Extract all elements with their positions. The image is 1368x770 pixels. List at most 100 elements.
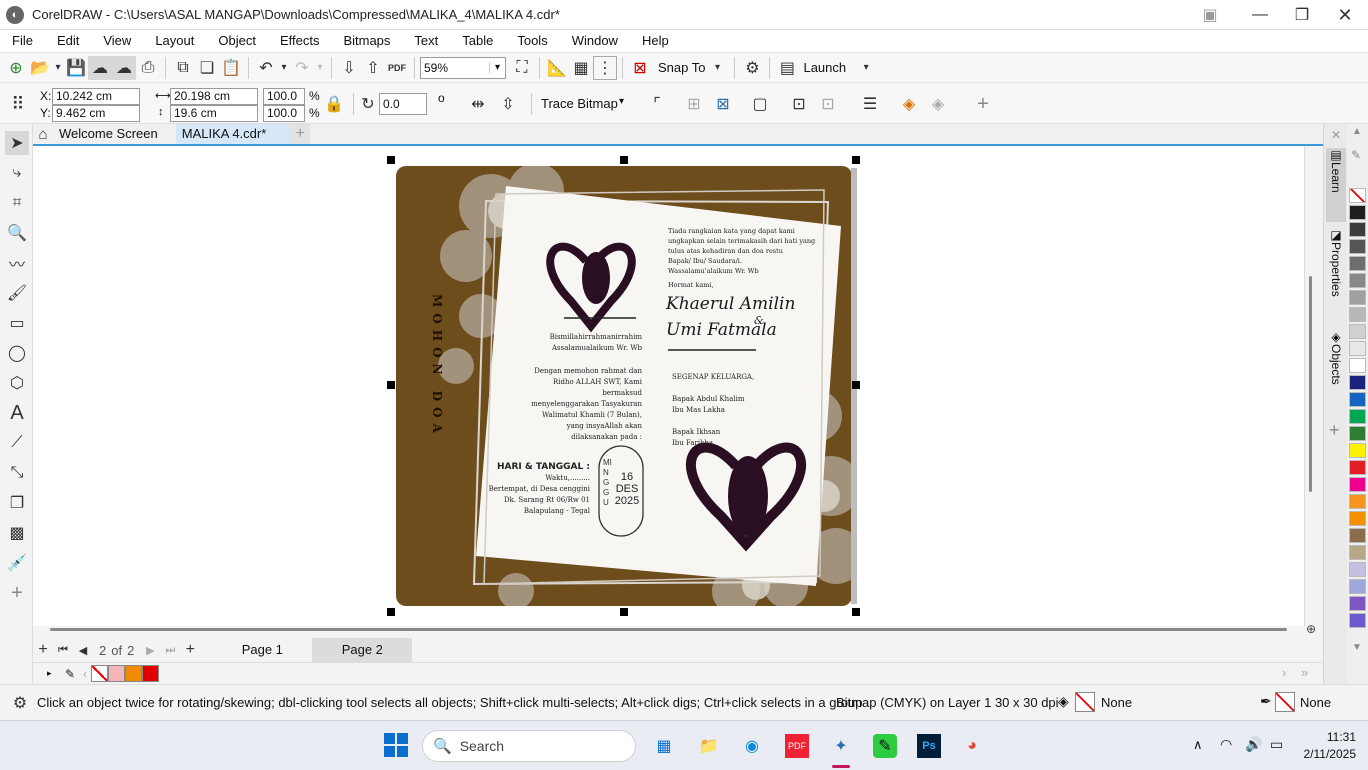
minimize-button[interactable]: —	[1248, 3, 1272, 27]
windows-start-icon[interactable]	[384, 733, 408, 757]
palette-swatch[interactable]	[1349, 188, 1366, 203]
status-settings-gear-icon[interactable]: ⚙	[8, 691, 32, 715]
file-explorer-icon[interactable]: 📁	[697, 734, 721, 758]
battery-icon[interactable]: ▭	[1270, 736, 1283, 753]
palette-swatch[interactable]	[1349, 341, 1366, 356]
menu-table[interactable]: Table	[450, 30, 505, 52]
add-tool-icon[interactable]: +	[5, 581, 29, 605]
zoom-to-page-icon[interactable]: ⛶	[510, 56, 534, 80]
text-wrap-icon[interactable]: ☰	[858, 92, 882, 116]
menu-edit[interactable]: Edit	[45, 30, 91, 52]
tab-malika-4[interactable]: MALIKA 4.cdr*	[175, 124, 291, 144]
save-icon[interactable]: 💾	[64, 56, 88, 80]
dimension-tool-icon[interactable]: ⟋	[5, 431, 29, 455]
palette-scroll-down-icon[interactable]: ▼	[1352, 642, 1362, 653]
rotation-field[interactable]: 0.0	[379, 93, 427, 115]
palette-swatch[interactable]	[1349, 443, 1366, 458]
wifi-icon[interactable]: ◠	[1220, 736, 1232, 753]
y-position-field[interactable]: 9.462 cm	[52, 105, 140, 122]
undo-icon[interactable]: ↶	[254, 56, 278, 80]
bitmap-color-icon[interactable]: ⊡	[816, 92, 840, 116]
doc-swatch[interactable]	[125, 665, 142, 682]
palette-swatch[interactable]	[1349, 392, 1366, 407]
add-docker-icon[interactable]: +	[1329, 420, 1340, 441]
outline-swatch[interactable]	[1275, 692, 1295, 712]
docpal-left-icon[interactable]: ‹	[83, 667, 87, 681]
options-gear-icon[interactable]: ⚙	[740, 56, 764, 80]
doc-swatch[interactable]	[108, 665, 125, 682]
microsoft-store-icon[interactable]: ▦	[652, 734, 676, 758]
edge-browser-icon[interactable]: ◉	[740, 734, 764, 758]
menu-tools[interactable]: Tools	[505, 30, 559, 52]
resample-icon[interactable]: ⊠	[711, 92, 735, 116]
taskbar-search-box[interactable]: 🔍 Search	[422, 730, 636, 762]
artistic-media-tool-icon[interactable]: 🖌	[5, 281, 29, 305]
lock-ratio-icon[interactable]: 🔒	[322, 92, 346, 116]
width-field[interactable]: 20.198 cm	[170, 88, 258, 105]
snap-off-icon[interactable]: ⊠	[628, 56, 652, 80]
palette-swatch[interactable]	[1349, 205, 1366, 220]
chrome-icon[interactable]: ◕	[960, 734, 984, 758]
eyedropper-icon[interactable]: ✎	[1351, 148, 1361, 162]
close-button[interactable]: ✕	[1333, 3, 1357, 27]
menu-window[interactable]: Window	[560, 30, 630, 52]
palette-swatch[interactable]	[1349, 477, 1366, 492]
palette-swatch[interactable]	[1349, 528, 1366, 543]
menu-view[interactable]: View	[91, 30, 143, 52]
menu-file[interactable]: File	[0, 30, 45, 52]
palette-swatch[interactable]	[1349, 494, 1366, 509]
invitation-bitmap[interactable]: MOHON DOA Bismillahirrahmanirrahim Assal…	[396, 166, 852, 606]
to-front-icon[interactable]: ◈	[897, 92, 921, 116]
scale-height-field[interactable]: 100.0	[263, 105, 305, 122]
palette-swatch[interactable]	[1349, 290, 1366, 305]
launch-menu[interactable]: Launch	[803, 60, 846, 75]
no-color-swatch[interactable]	[91, 665, 108, 682]
paste-icon[interactable]: 📋	[219, 56, 243, 80]
fill-swatch[interactable]	[1075, 692, 1095, 712]
reference-point-icon[interactable]: ⠿	[6, 92, 30, 116]
guidelines-icon[interactable]: ⋮	[593, 55, 617, 80]
undo-dropdown-icon[interactable]: ▾	[278, 56, 290, 80]
next-page-icon[interactable]: ▶	[140, 638, 160, 662]
palette-swatch[interactable]	[1349, 545, 1366, 560]
last-page-icon[interactable]: ⏭	[160, 638, 180, 662]
import-icon[interactable]: ⇩	[337, 56, 361, 80]
text-tool-icon[interactable]: A	[5, 401, 29, 425]
drawing-canvas[interactable]: MOHON DOA Bismillahirrahmanirrahim Assal…	[33, 146, 1312, 626]
chevron-down-icon[interactable]: ▾	[489, 62, 505, 73]
palette-swatch[interactable]	[1349, 239, 1366, 254]
scale-width-field[interactable]: 100.0	[263, 88, 305, 105]
crop-bitmap-icon[interactable]: ⌜	[645, 92, 669, 116]
shape-tool-icon[interactable]: ⤷	[5, 161, 29, 185]
selection-handle[interactable]	[852, 156, 860, 164]
selection-handle[interactable]	[387, 608, 395, 616]
bitmap-frame-icon[interactable]: ▢	[748, 92, 772, 116]
copy-icon[interactable]: ❏	[195, 56, 219, 80]
cloud-sync-icon[interactable]: ☁	[112, 55, 136, 80]
transparency-tool-icon[interactable]: ▩	[5, 521, 29, 545]
open-dropdown-icon[interactable]: ▾	[52, 56, 64, 80]
mirror-horizontal-icon[interactable]: ⇹	[466, 92, 490, 116]
snap-dropdown-icon[interactable]: ▾	[705, 56, 729, 80]
corel-green-app-icon[interactable]: ✎	[873, 734, 897, 758]
first-page-icon[interactable]: ⏮	[53, 638, 73, 662]
clock-date[interactable]: 2/11/2025	[1290, 747, 1357, 761]
show-hidden-icons[interactable]: ∧	[1193, 737, 1203, 753]
tab-welcome-screen[interactable]: Welcome Screen	[53, 124, 176, 144]
palette-swatch[interactable]	[1349, 256, 1366, 271]
polygon-tool-icon[interactable]: ⬡	[5, 371, 29, 395]
connector-tool-icon[interactable]: ⤡	[5, 461, 29, 485]
selection-handle[interactable]	[387, 156, 395, 164]
page-tab-1[interactable]: Page 1	[212, 638, 312, 662]
trace-bitmap-button[interactable]: Trace Bitmap	[541, 96, 618, 111]
palette-swatch[interactable]	[1349, 426, 1366, 441]
coreldraw-taskbar-icon[interactable]: ✦	[829, 734, 853, 758]
launch-dropdown-icon[interactable]: ▾	[854, 56, 878, 80]
docpal-end-icon[interactable]: »	[1301, 665, 1308, 680]
pdf-icon[interactable]: PDF	[385, 56, 409, 80]
crop-tool-icon[interactable]: ⌗	[5, 191, 29, 215]
account-icon[interactable]: ▣	[1198, 3, 1222, 27]
new-document-icon[interactable]: ⊕	[4, 56, 28, 80]
menu-layout[interactable]: Layout	[143, 30, 206, 52]
cloud-upload-icon[interactable]: ☁	[88, 55, 112, 80]
